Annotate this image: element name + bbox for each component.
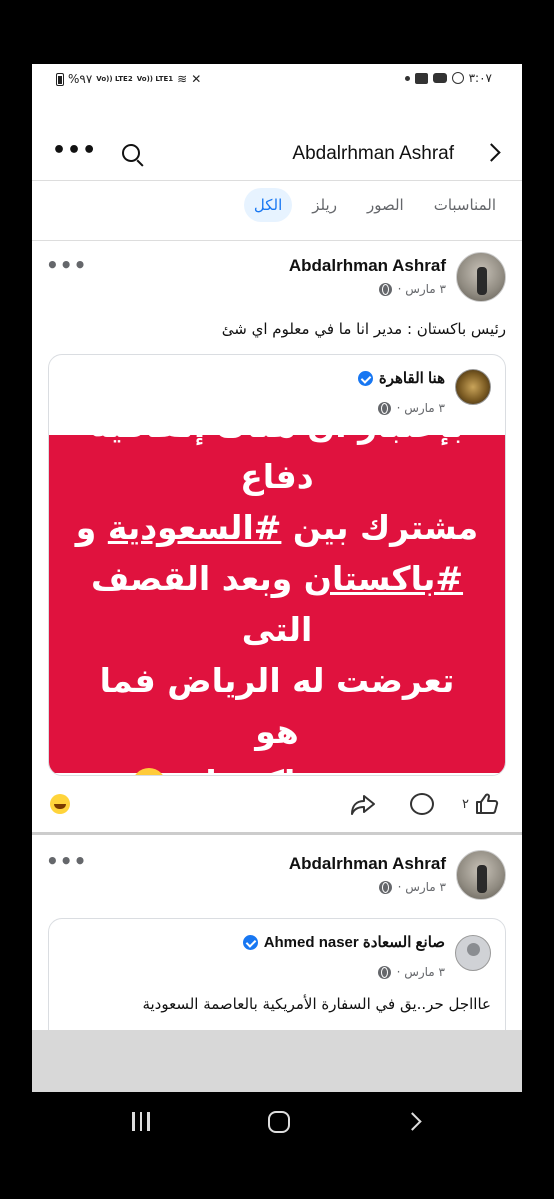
globe-icon <box>377 965 391 979</box>
comment-icon[interactable] <box>410 793 434 815</box>
post-text: رئيس باكستان : مدير انا ما في معلوم اي ش… <box>221 320 506 338</box>
tabs-divider <box>32 240 522 241</box>
wifi-icon: ≋ <box>177 72 188 86</box>
home-icon[interactable] <box>268 1111 290 1133</box>
recents-icon[interactable] <box>132 1112 150 1131</box>
post-meta: ٣ مارس · <box>378 880 446 894</box>
status-right: ٣:٠٧ <box>404 71 492 85</box>
verified-badge-icon <box>357 370 373 386</box>
shared-post-date: ٣ مارس · <box>396 965 445 979</box>
globe-icon <box>378 880 392 894</box>
page-title: Abdalrhman Ashraf <box>292 143 454 164</box>
shared-page-label: هنا القاهرة <box>378 370 445 387</box>
back-icon[interactable] <box>403 1112 422 1131</box>
shared-post-meta: ٣ مارس · <box>377 965 445 979</box>
tab-photos[interactable]: الصور <box>357 188 414 222</box>
shared-post-card[interactable]: هنا القاهرة ٣ مارس · بإعتبار أن هناك إتف… <box>48 354 506 776</box>
tab-events[interactable]: المناسبات <box>424 188 506 222</box>
banner-line-5-text: موقف باكستان <box>177 763 422 775</box>
avatar[interactable] <box>456 850 506 900</box>
banner-line-2: مشترك بين #السعودية و <box>73 502 481 553</box>
status-bar: %٩٧ Vo)) LTE2 Vo)) LTE1 ≋ ✕ ٣:٠٧ <box>32 64 522 100</box>
banner-line-2-post: و <box>75 508 108 547</box>
post-separator <box>32 832 522 835</box>
page-avatar[interactable] <box>455 935 491 971</box>
shared-post-header: هنا القاهرة ٣ مارس · <box>49 355 505 435</box>
notification-dot-icon <box>404 75 410 81</box>
youtube-icon <box>432 73 447 83</box>
mute-icon: ✕ <box>191 72 202 86</box>
thinking-face-icon <box>131 767 166 775</box>
haha-reaction-icon[interactable] <box>50 794 70 814</box>
page-avatar[interactable] <box>455 369 491 405</box>
shared-post-header: صانع السعادة Ahmed naser ٣ مارس · <box>49 919 505 999</box>
shared-post-text: عاااجل حر..يق في السفارة الأمريكية بالعا… <box>142 995 491 1013</box>
post-meta: ٣ مارس · <box>378 282 446 296</box>
shared-page-name[interactable]: صانع السعادة Ahmed naser <box>242 933 445 951</box>
avatar[interactable] <box>456 252 506 302</box>
tab-reels[interactable]: ريلز <box>302 188 347 222</box>
like-button[interactable]: ٢ <box>462 792 499 816</box>
globe-icon <box>378 282 392 296</box>
more-options-icon[interactable]: ••• <box>52 140 97 162</box>
battery-level: %٩٧ <box>68 72 93 86</box>
clock: ٣:٠٧ <box>468 71 492 85</box>
post-author[interactable]: Abdalrhman Ashraf <box>289 256 446 276</box>
back-chevron-icon[interactable] <box>482 143 501 162</box>
shared-post-date: ٣ مارس · <box>396 401 445 415</box>
status-left: %٩٧ Vo)) LTE2 Vo)) LTE1 ≋ ✕ <box>56 72 201 86</box>
shared-page-label: صانع السعادة Ahmed naser <box>263 934 445 951</box>
battery-icon <box>56 72 64 86</box>
shared-page-name[interactable]: هنا القاهرة <box>357 369 445 387</box>
signal-lte1-icon: Vo)) LTE1 <box>136 74 174 83</box>
banner-line-5: موقف باكستان <box>73 757 481 775</box>
hashtag-pakistan[interactable]: #باكستان <box>304 559 463 598</box>
tab-all[interactable]: الكل <box>243 188 293 222</box>
banner-line-4: تعرضت له الرياض فما هو <box>99 661 455 751</box>
profile-header: ••• Abdalrhman Ashraf <box>32 134 522 174</box>
post-author[interactable]: Abdalrhman Ashraf <box>289 854 446 874</box>
post-header: Abdalrhman Ashraf ٣ مارس · <box>66 850 506 906</box>
like-count: ٢ <box>462 796 469 812</box>
header-divider <box>32 180 522 181</box>
bottom-overlay <box>32 1030 522 1092</box>
banner-line-2-pre: مشترك بين <box>281 508 479 547</box>
post-header: Abdalrhman Ashraf ٣ مارس · <box>66 252 506 308</box>
banner-line-3-post: وبعد القصف التى <box>90 559 313 649</box>
banner-text: بإعتبار أن هناك إتفاقية دفاع مشترك بين #… <box>73 400 481 775</box>
text-banner: بإعتبار أن هناك إتفاقية دفاع مشترك بين #… <box>49 406 505 775</box>
globe-icon <box>377 401 391 415</box>
filter-tabs: الكل ريلز الصور المناسبات <box>243 188 506 222</box>
system-nav-bar <box>0 1092 554 1199</box>
post-date: ٣ مارس · <box>397 282 446 296</box>
post-actions: ٢ <box>32 786 522 826</box>
search-icon[interactable] <box>122 144 140 162</box>
post-date: ٣ مارس · <box>397 880 446 894</box>
shared-post-meta: ٣ مارس · <box>377 401 445 415</box>
whatsapp-icon <box>451 72 464 84</box>
like-icon <box>475 793 499 814</box>
app-screen: %٩٧ Vo)) LTE2 Vo)) LTE1 ≋ ✕ ٣:٠٧ ••• Abd… <box>32 64 522 1092</box>
verified-badge-icon <box>242 934 258 950</box>
share-icon[interactable] <box>350 794 376 816</box>
signal-lte2-icon: Vo)) LTE2 <box>96 74 133 83</box>
hashtag-saudi[interactable]: #السعودية <box>108 508 282 547</box>
banner-line-3: #باكستان وبعد القصف التى <box>73 553 481 655</box>
gallery-icon <box>414 72 428 84</box>
